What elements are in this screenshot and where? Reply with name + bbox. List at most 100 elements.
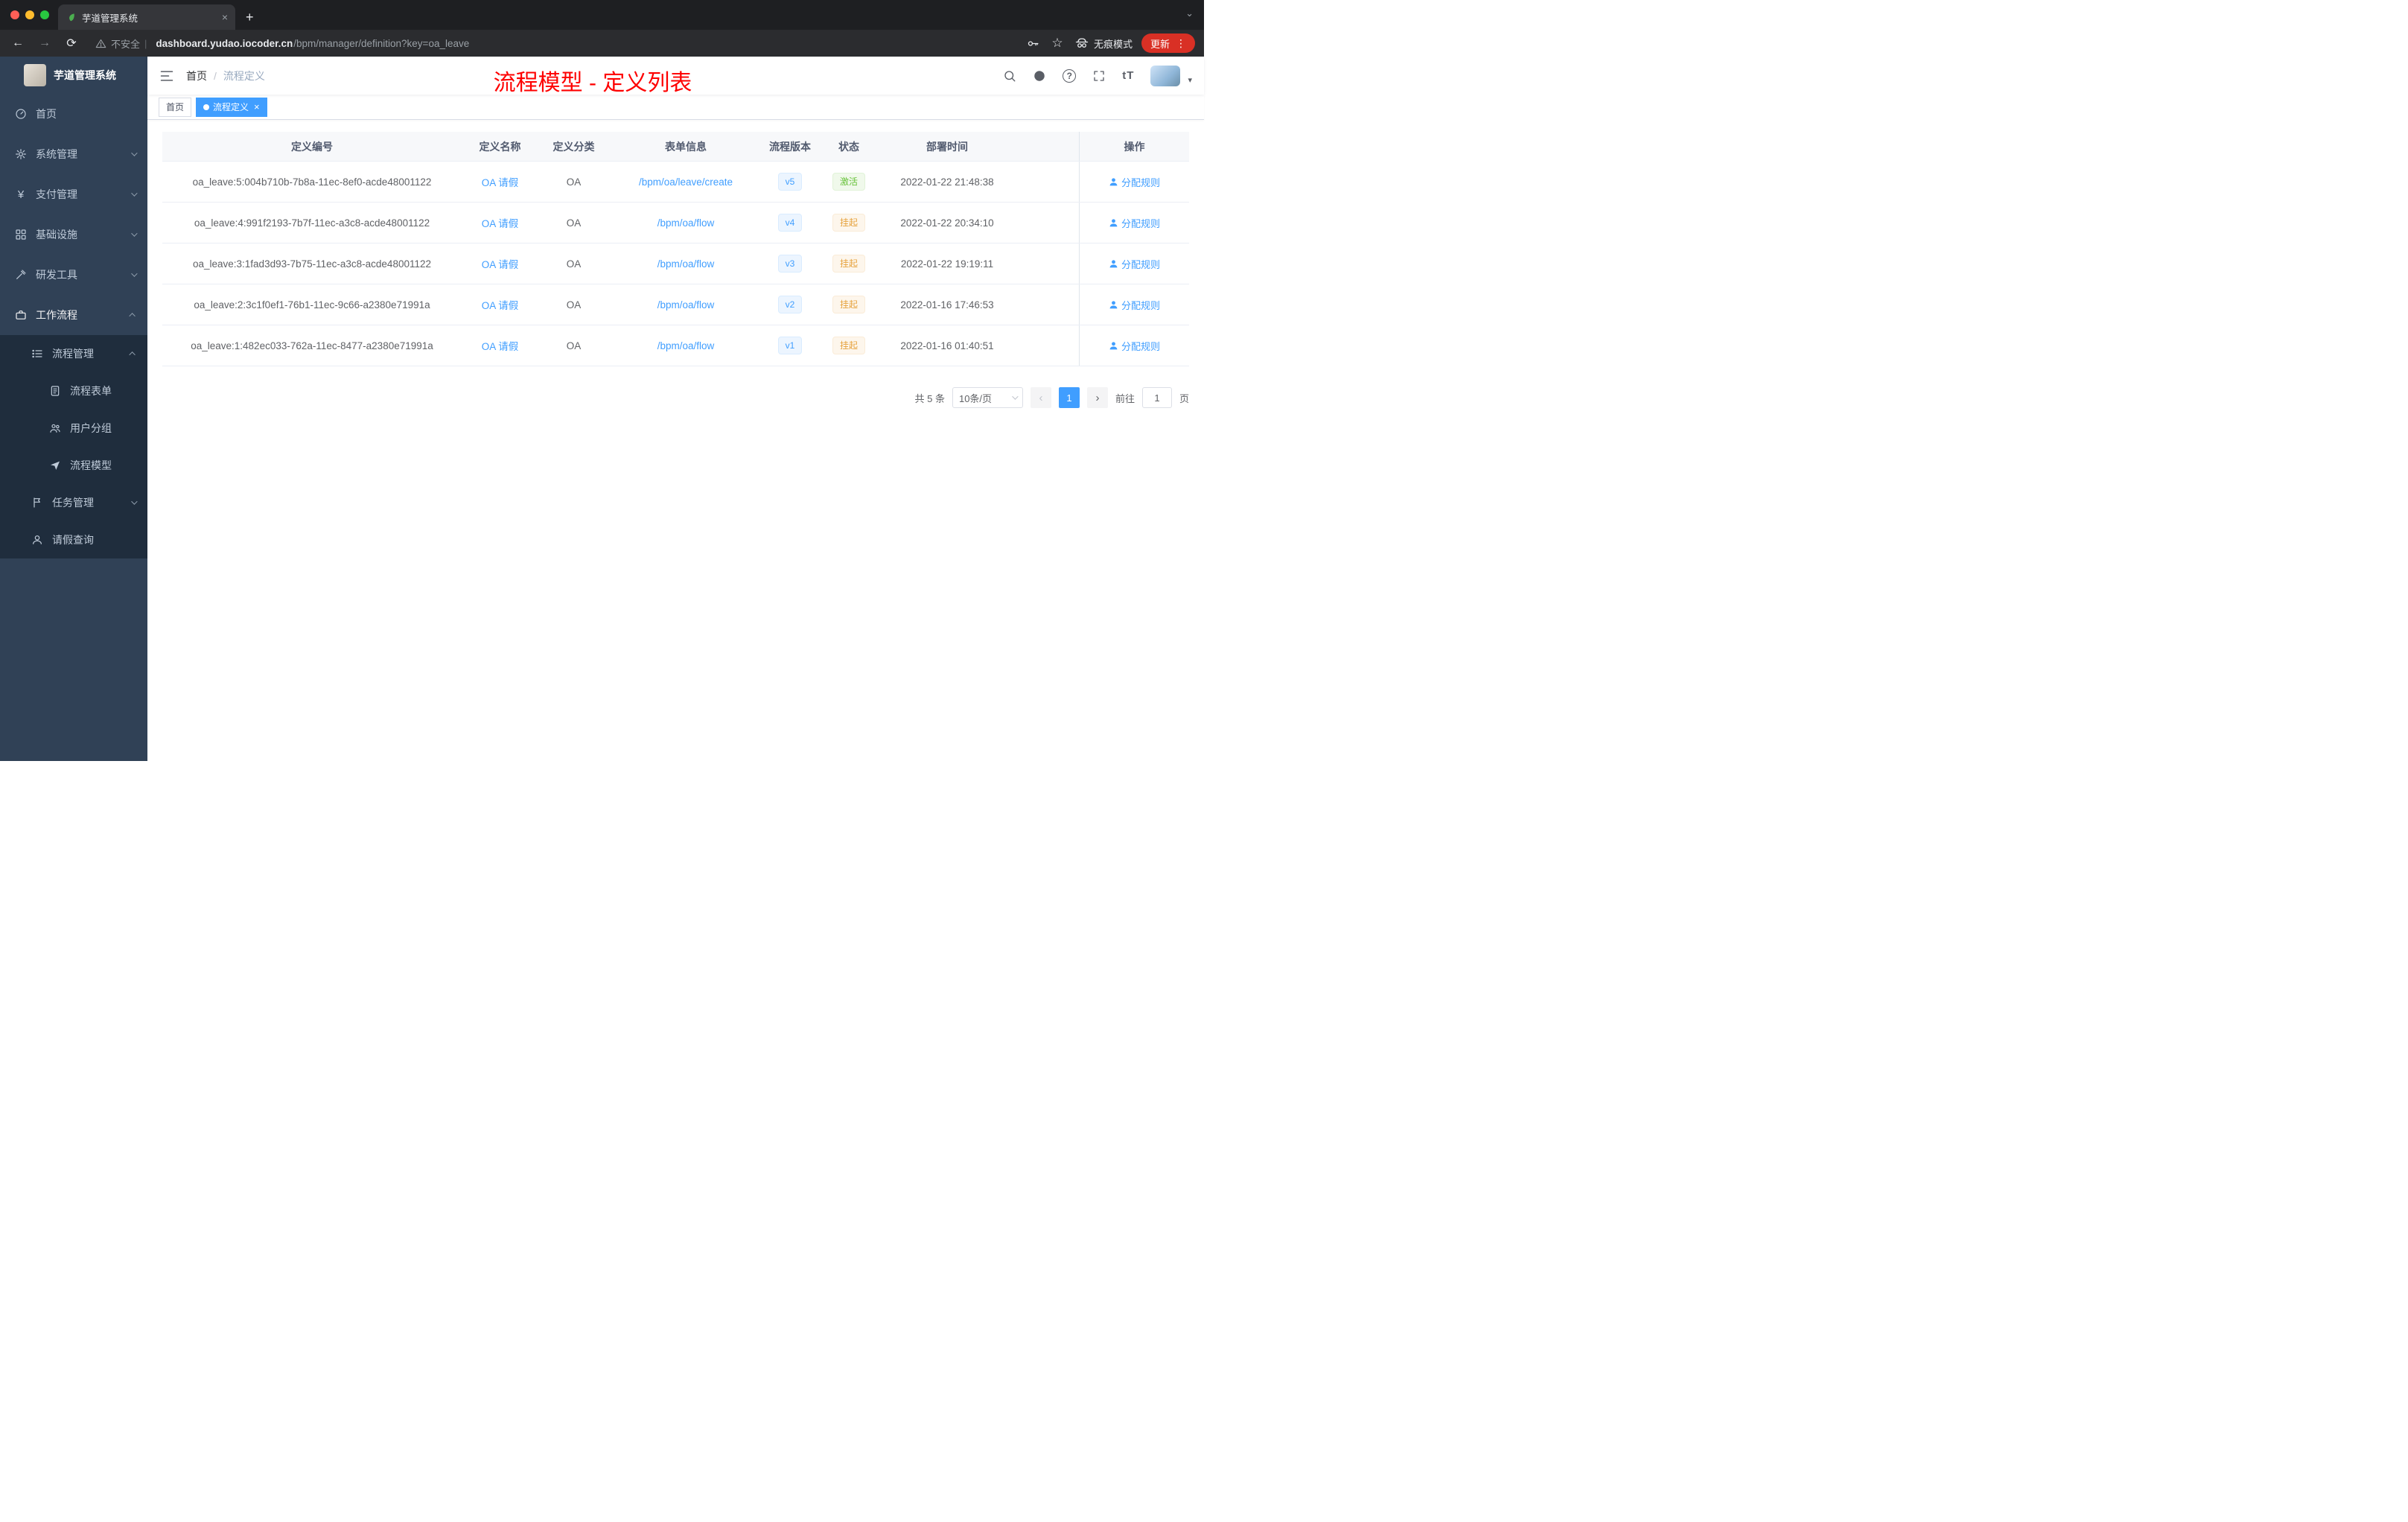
assign-rule-button[interactable]: 分配规则: [1109, 298, 1160, 312]
tab-title: 芋道管理系统: [82, 13, 138, 24]
tag-process-definition[interactable]: 流程定义 ×: [196, 97, 267, 117]
logo-avatar: [24, 64, 46, 86]
sidebar-item-process-management[interactable]: 流程管理: [0, 335, 147, 372]
definitions-table: 定义编号 定义名称 定义分类 表单信息 流程版本 状态 部署时间 操作 oa_l…: [162, 132, 1189, 366]
deploy-time: 2022-01-22 21:48:38: [900, 176, 994, 188]
definition-name-link[interactable]: OA 请假: [482, 297, 519, 312]
sidebar-item-task-management[interactable]: 任务管理: [0, 484, 147, 521]
definition-category: OA: [566, 258, 582, 270]
tab-strip: 芋道管理系统 × + ⌄: [0, 0, 1204, 30]
deploy-time: 2022-01-22 19:19:11: [900, 258, 994, 270]
tag-close-icon[interactable]: ×: [254, 101, 260, 112]
browser-tab[interactable]: 芋道管理系统 ×: [58, 4, 235, 30]
status-badge: 挂起: [832, 214, 865, 232]
tab-search-icon[interactable]: ⌄: [1185, 7, 1194, 19]
definition-category: OA: [566, 340, 582, 351]
form-link[interactable]: /bpm/oa/flow: [657, 258, 715, 270]
definition-category: OA: [566, 217, 582, 229]
tab-close-icon[interactable]: ×: [222, 11, 228, 23]
app-navbar: 首页 / 流程定义 流程模型 - 定义列表 ? tT ▾: [147, 57, 1204, 95]
main-content: 首页 / 流程定义 流程模型 - 定义列表 ? tT ▾ 首页 流程定义 × 定…: [147, 57, 1204, 761]
update-button[interactable]: 更新 ⋮: [1141, 34, 1195, 53]
next-page-button[interactable]: ›: [1086, 387, 1108, 408]
assign-rule-button[interactable]: 分配规则: [1109, 175, 1160, 189]
version-badge: v2: [777, 296, 803, 313]
definition-name-link[interactable]: OA 请假: [482, 256, 519, 271]
sidebar-item-infra[interactable]: 基础设施: [0, 214, 147, 255]
table-header: 定义编号 定义名称 定义分类 表单信息 流程版本 状态 部署时间 操作: [162, 132, 1189, 162]
table-row: oa_leave:4:991f2193-7b7f-11ec-a3c8-acde4…: [162, 203, 1189, 243]
breadcrumb-home[interactable]: 首页: [186, 69, 207, 83]
sidebar-item-process-form[interactable]: 流程表单: [0, 372, 147, 410]
sidebar-item-process-model[interactable]: 流程模型: [0, 447, 147, 484]
version-badge: v5: [777, 173, 803, 191]
goto-label: 前往: [1115, 392, 1135, 404]
sidebar: 芋道管理系统 首页 系统管理 ¥ 支付管理 基础设施 研发工具 工作流程 流程管…: [0, 57, 147, 761]
briefcase-icon: [16, 311, 26, 319]
assign-rule-button[interactable]: 分配规则: [1109, 216, 1160, 230]
avatar-dropdown-caret-icon[interactable]: ▾: [1188, 75, 1192, 86]
sidebar-item-home[interactable]: 首页: [0, 94, 147, 134]
user-avatar[interactable]: [1150, 65, 1181, 86]
grid-icon: [16, 229, 26, 240]
hamburger-icon: [160, 70, 173, 81]
yen-icon: ¥: [17, 188, 25, 201]
minimize-window-button[interactable]: [25, 10, 34, 19]
security-chip[interactable]: 不安全 |: [95, 36, 147, 51]
help-icon[interactable]: ?: [1063, 69, 1077, 83]
browser-menu-icon[interactable]: ⋮: [1176, 37, 1186, 50]
flag-icon: [34, 497, 40, 508]
form-link[interactable]: /bpm/oa/flow: [657, 340, 715, 351]
assign-rule-button[interactable]: 分配规则: [1109, 257, 1160, 271]
deploy-time: 2022-01-22 20:34:10: [900, 217, 994, 229]
goto-page-input[interactable]: [1141, 387, 1172, 408]
prev-page-button[interactable]: ‹: [1030, 387, 1051, 408]
definition-name-link[interactable]: OA 请假: [482, 215, 519, 230]
incognito-badge: 无痕模式: [1075, 36, 1133, 51]
status-badge: 挂起: [832, 296, 865, 313]
sidebar-item-system[interactable]: 系统管理: [0, 134, 147, 174]
close-window-button[interactable]: [10, 10, 19, 19]
breadcrumb: 首页 / 流程定义: [186, 69, 265, 83]
zoom-window-button[interactable]: [40, 10, 49, 19]
tag-home[interactable]: 首页: [159, 97, 192, 117]
search-icon[interactable]: [1003, 69, 1016, 83]
sidebar-toggle-button[interactable]: [147, 69, 186, 83]
password-key-icon[interactable]: [1027, 37, 1039, 50]
user-icon: [33, 535, 42, 544]
forward-button[interactable]: →: [36, 36, 54, 50]
sidebar-item-user-group[interactable]: 用户分组: [0, 410, 147, 447]
table-row: oa_leave:2:3c1f0ef1-76b1-11ec-9c66-a2380…: [162, 284, 1189, 325]
url-field[interactable]: dashboard.yudao.iocoder.cn/bpm/manager/d…: [156, 38, 469, 49]
font-size-icon[interactable]: tT: [1122, 69, 1134, 82]
form-link[interactable]: /bpm/oa/leave/create: [639, 176, 733, 188]
reload-button[interactable]: ⟳: [63, 36, 80, 51]
bookmark-star-icon[interactable]: ☆: [1048, 36, 1066, 51]
sidebar-item-leave-query[interactable]: 请假查询: [0, 521, 147, 558]
new-tab-button[interactable]: +: [235, 4, 264, 30]
assign-rule-button[interactable]: 分配规则: [1109, 339, 1160, 353]
back-button[interactable]: ←: [9, 36, 27, 50]
status-badge: 挂起: [832, 255, 865, 273]
page-1-button[interactable]: 1: [1058, 387, 1080, 408]
definition-name-link[interactable]: OA 请假: [482, 174, 519, 189]
definition-name-link[interactable]: OA 请假: [482, 338, 519, 353]
window-controls: [0, 0, 58, 30]
person-icon: [1109, 341, 1118, 349]
fullscreen-icon[interactable]: [1092, 69, 1106, 83]
favicon-leaf-icon: [69, 13, 74, 22]
page-unit-label: 页: [1179, 392, 1189, 404]
definition-id: oa_leave:5:004b710b-7b8a-11ec-8ef0-acde4…: [192, 176, 432, 188]
version-badge: v4: [777, 214, 803, 232]
sidebar-logo[interactable]: 芋道管理系统: [0, 57, 147, 94]
sidebar-item-devtools[interactable]: 研发工具: [0, 255, 147, 295]
form-link[interactable]: /bpm/oa/flow: [657, 299, 715, 311]
sidebar-item-payment[interactable]: ¥ 支付管理: [0, 174, 147, 214]
version-badge: v1: [777, 337, 803, 354]
tools-icon: [16, 270, 26, 279]
github-icon[interactable]: [1033, 69, 1046, 83]
page-size-select[interactable]: 10条/页: [952, 387, 1023, 408]
form-link[interactable]: /bpm/oa/flow: [657, 217, 715, 229]
url-path: /bpm/manager/definition?key=oa_leave: [293, 37, 470, 49]
sidebar-item-workflow[interactable]: 工作流程: [0, 295, 147, 335]
